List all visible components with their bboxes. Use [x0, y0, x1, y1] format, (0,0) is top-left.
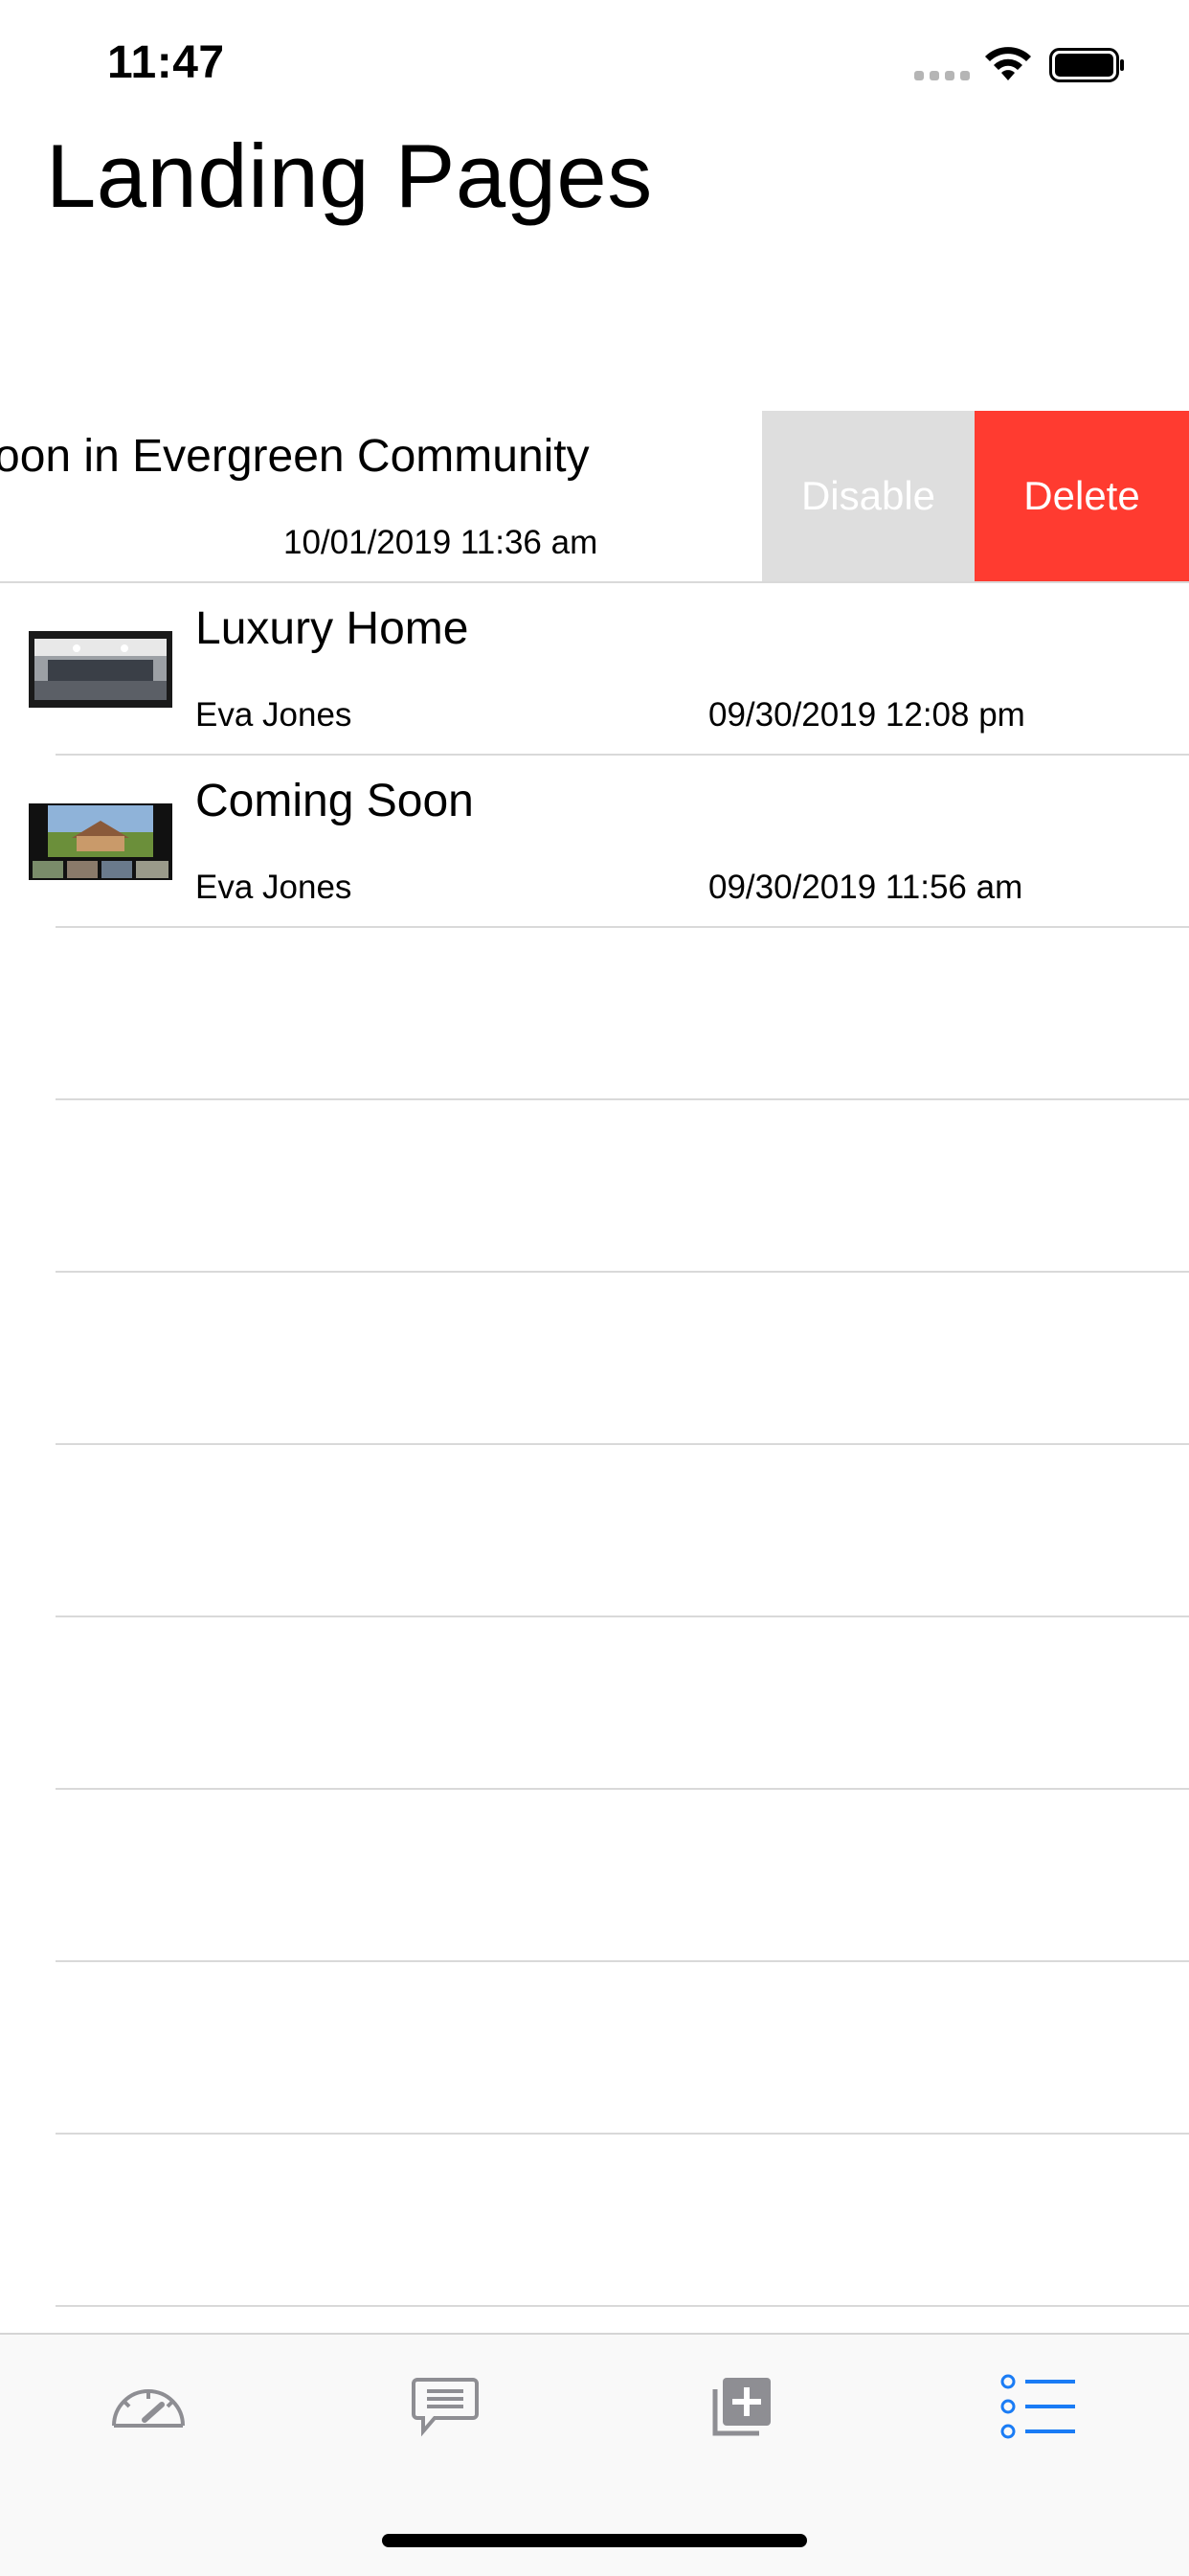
dashboard-icon — [112, 2389, 185, 2428]
thumbnail-image — [29, 631, 172, 708]
list-item[interactable]: Luxury Home Eva Jones 09/30/2019 12:08 p… — [0, 583, 1189, 756]
row-title: oon in Evergreen Community — [0, 431, 590, 482]
row-date: 10/01/2019 11:36 am — [283, 524, 598, 561]
row-date: 09/30/2019 11:56 am — [708, 869, 1023, 906]
disable-button[interactable]: Disable — [762, 411, 975, 581]
divider — [56, 1616, 1189, 1617]
tab-dashboard[interactable] — [105, 2363, 191, 2450]
row-date: 09/30/2019 12:08 pm — [708, 696, 1025, 734]
cellular-signal-icon — [914, 71, 970, 80]
status-time: 11:47 — [107, 37, 225, 88]
delete-button[interactable]: Delete — [975, 411, 1189, 581]
row-title: Luxury Home — [195, 603, 469, 654]
divider — [56, 1271, 1189, 1273]
tab-pages-list[interactable] — [996, 2363, 1082, 2450]
list-icon — [1000, 2374, 1075, 2439]
messages-icon — [412, 2378, 479, 2437]
divider — [56, 1098, 1189, 1100]
divider — [56, 926, 1189, 928]
add-page-icon — [712, 2378, 771, 2436]
home-indicator — [382, 2534, 807, 2547]
row-author: Eva Jones — [195, 869, 352, 906]
divider — [56, 1788, 1189, 1790]
row-title: Coming Soon — [195, 776, 474, 826]
tab-messages[interactable] — [402, 2363, 488, 2450]
battery-icon — [1049, 48, 1124, 82]
divider — [56, 2305, 1189, 2307]
list-item[interactable]: Coming Soon Eva Jones 09/30/2019 11:56 a… — [0, 756, 1189, 928]
page-title: Landing Pages — [46, 125, 653, 226]
divider — [56, 1443, 1189, 1445]
row-author: Eva Jones — [195, 696, 352, 734]
divider — [56, 1960, 1189, 1962]
divider — [56, 2133, 1189, 2135]
thumbnail-image — [29, 803, 172, 880]
wifi-icon — [985, 47, 1031, 80]
tab-add-page[interactable] — [699, 2363, 785, 2450]
